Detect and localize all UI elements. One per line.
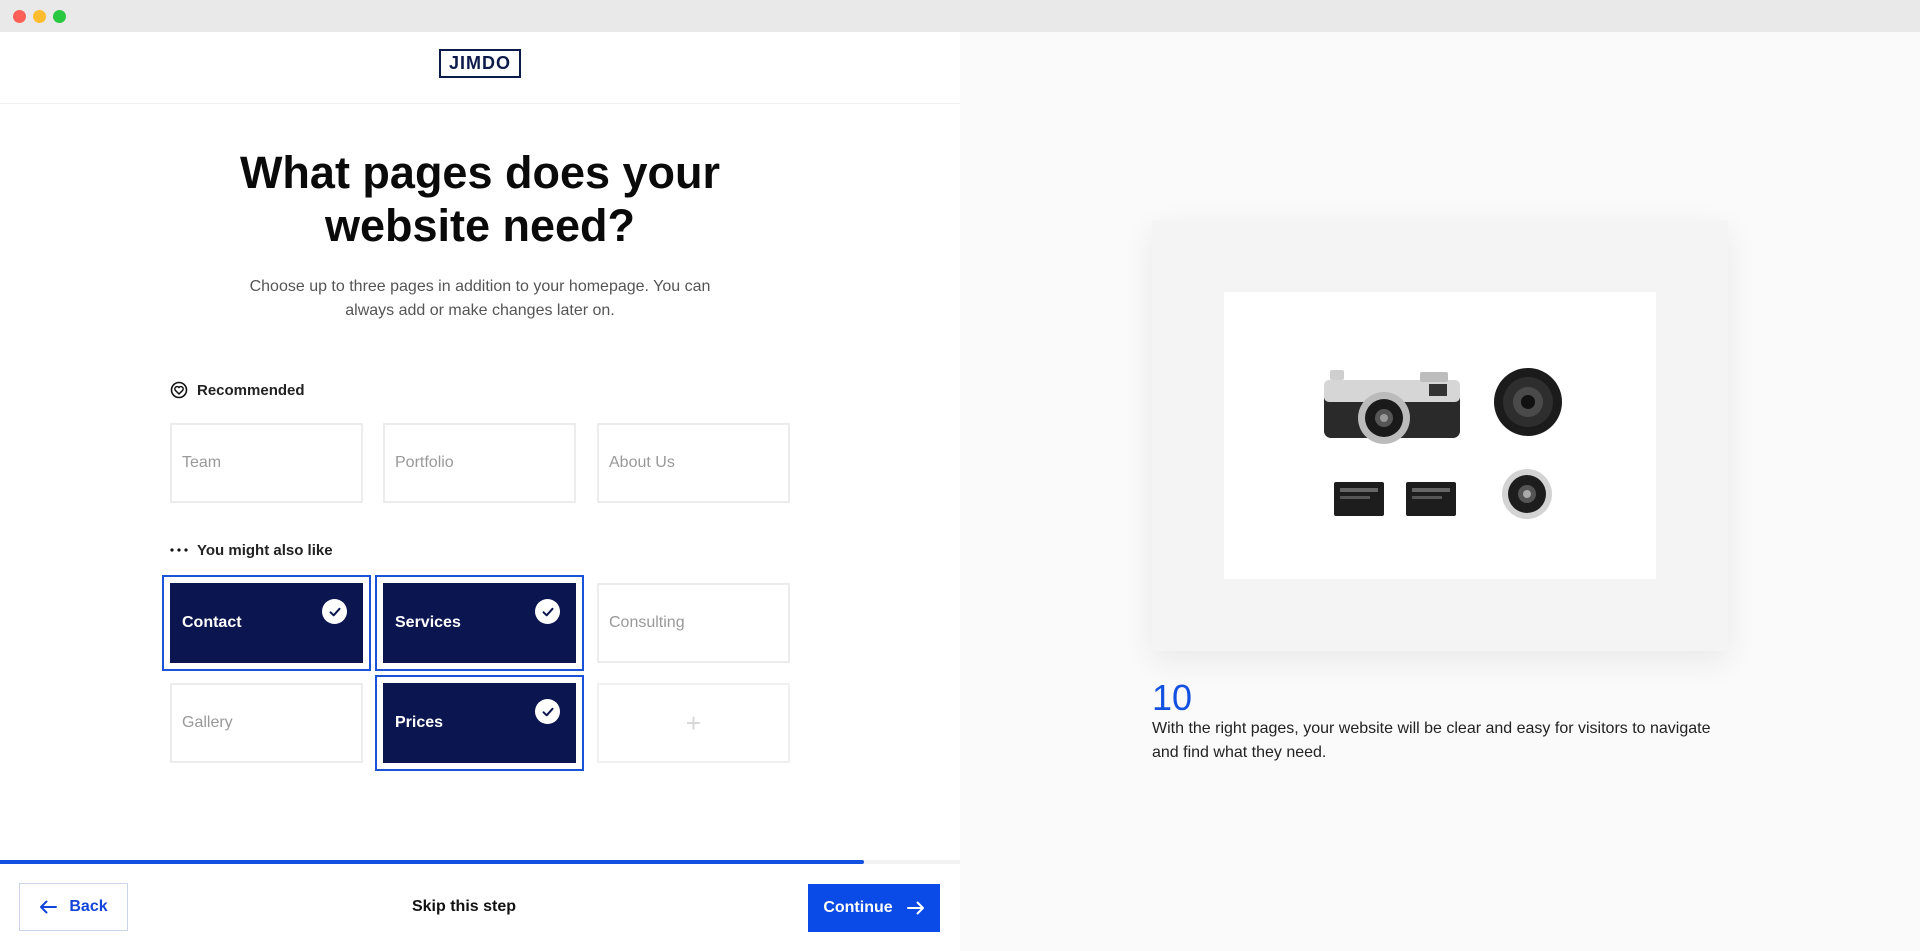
progress-bar-fill xyxy=(0,860,864,864)
page-option-label: Services xyxy=(395,614,461,631)
arrow-right-icon xyxy=(906,901,924,915)
page-option-label: Team xyxy=(182,454,222,471)
jimdo-logo: JIMDO xyxy=(439,49,521,78)
stat-number: 10 xyxy=(1152,677,1193,718)
progress-bar xyxy=(0,860,960,864)
page-option-prices[interactable]: Prices xyxy=(375,675,584,771)
page-option-portfolio[interactable]: Portfolio xyxy=(383,423,576,503)
right-panel: 10 With the right pages, your website wi… xyxy=(960,32,1920,951)
page-option-team[interactable]: Team xyxy=(170,423,363,503)
back-button-label: Back xyxy=(69,898,108,915)
back-button[interactable]: Back xyxy=(19,883,128,931)
page-option-gallery[interactable]: Gallery xyxy=(170,683,363,763)
stat-description: With the right pages, your website will … xyxy=(1152,720,1711,761)
preview-frame xyxy=(1152,220,1728,651)
checkmark-icon xyxy=(535,599,560,624)
also-like-section-label: You might also like xyxy=(170,541,333,559)
page-option-label: Contact xyxy=(182,614,242,631)
page-option-label: Prices xyxy=(395,714,444,731)
continue-button-label: Continue xyxy=(823,899,893,916)
also-like-label: You might also like xyxy=(197,541,333,559)
page-option-services[interactable]: Services xyxy=(375,575,584,671)
page-option-about-us[interactable]: About Us xyxy=(597,423,790,503)
page-option-label: Gallery xyxy=(182,714,233,731)
window-titlebar xyxy=(0,0,1920,32)
continue-button[interactable]: Continue xyxy=(808,884,940,932)
page-option-contact[interactable]: Contact xyxy=(162,575,371,671)
minimize-window-button[interactable] xyxy=(33,10,46,23)
close-window-button[interactable] xyxy=(13,10,26,23)
more-dots-icon xyxy=(170,541,188,559)
lens-illustration-large xyxy=(1494,368,1562,436)
page-option-consulting[interactable]: Consulting xyxy=(597,583,790,663)
page-option-label: Portfolio xyxy=(395,454,454,471)
skip-step-button[interactable]: Skip this step xyxy=(364,883,564,931)
maximize-window-button[interactable] xyxy=(53,10,66,23)
checkmark-icon xyxy=(322,599,347,624)
page-subtitle: Choose up to three pages in addition to … xyxy=(249,278,711,319)
recommended-section-label: Recommended xyxy=(170,381,305,399)
page-title: What pages does your website need? xyxy=(239,147,721,251)
lens-illustration-small xyxy=(1502,469,1552,519)
plus-icon: + xyxy=(685,707,702,738)
heart-badge-icon xyxy=(170,381,188,399)
arrow-left-icon xyxy=(40,900,58,914)
add-custom-page-button[interactable]: + xyxy=(597,683,790,763)
recommended-label: Recommended xyxy=(197,381,305,399)
checkmark-icon xyxy=(535,699,560,724)
left-panel: JIMDO What pages does your website need?… xyxy=(0,32,960,951)
preview-image xyxy=(1224,292,1656,579)
top-bar: JIMDO xyxy=(0,32,960,104)
page-option-label: About Us xyxy=(609,454,675,471)
camera-illustration xyxy=(1324,370,1460,444)
page-option-label: Consulting xyxy=(609,614,685,631)
battery-illustration xyxy=(1334,482,1456,516)
